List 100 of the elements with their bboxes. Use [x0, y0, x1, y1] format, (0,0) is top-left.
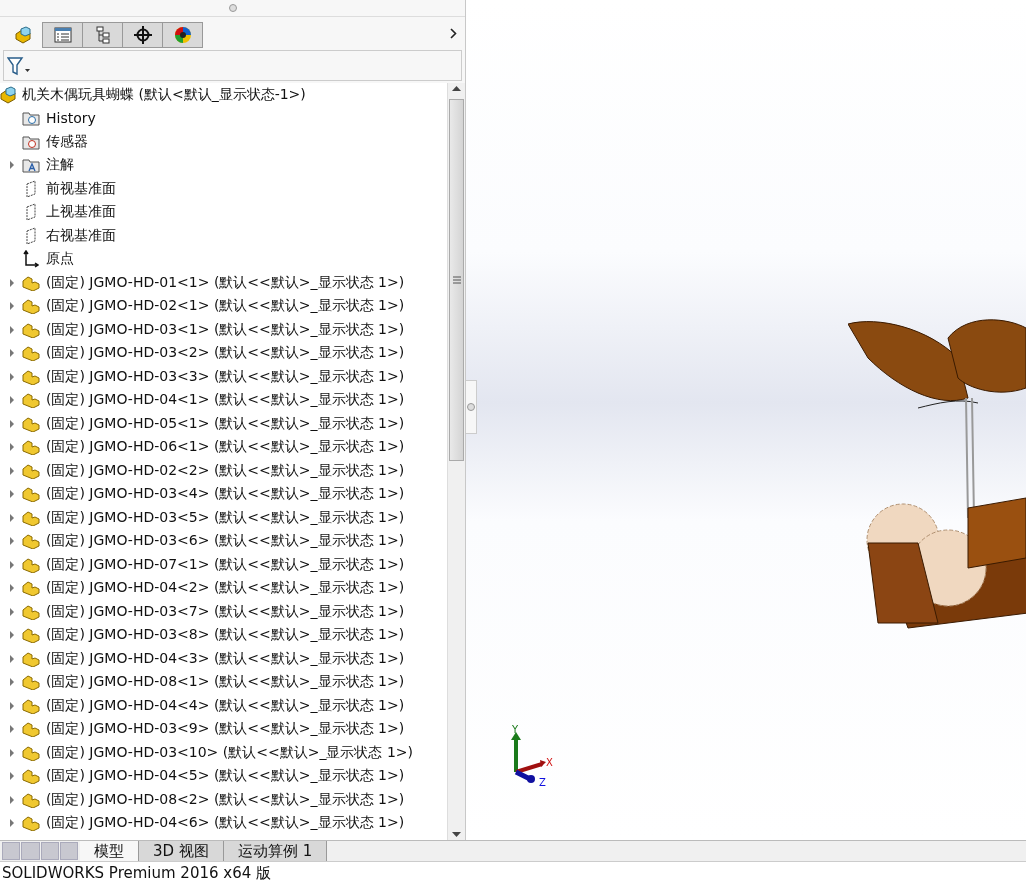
part-icon	[22, 439, 40, 456]
panel-tab[interactable]	[162, 22, 203, 48]
tree-item[interactable]: (固定) JGMO-HD-04<4> (默认<<默认>_显示状态 1>)	[46, 696, 405, 715]
axis-label: Y	[512, 724, 519, 735]
expand-arrow-icon[interactable]	[9, 795, 15, 804]
tree-item[interactable]: 传感器	[46, 132, 88, 151]
part-icon	[22, 650, 40, 667]
part-icon	[22, 815, 40, 832]
tree-item[interactable]: (固定) JGMO-HD-03<8> (默认<<默认>_显示状态 1>)	[46, 626, 405, 645]
expand-arrow-icon[interactable]	[9, 490, 15, 499]
panel-tab[interactable]	[122, 22, 162, 48]
expand-arrow-icon[interactable]	[9, 278, 15, 287]
part-icon	[22, 674, 40, 691]
tree-item[interactable]: (固定) JGMO-HD-08<1> (默认<<默认>_显示状态 1>)	[46, 673, 405, 692]
tree-item[interactable]: (固定) JGMO-HD-02<2> (默认<<默认>_显示状态 1>)	[46, 461, 405, 480]
expand-arrow-icon[interactable]	[9, 678, 15, 687]
chevron-right-icon[interactable]	[450, 28, 457, 39]
tree-item[interactable]: (固定) JGMO-HD-01<1> (默认<<默认>_显示状态 1>)	[46, 273, 405, 292]
expand-arrow-icon[interactable]	[9, 584, 15, 593]
tree-item[interactable]: (固定) JGMO-HD-04<5> (默认<<默认>_显示状态 1>)	[46, 767, 405, 786]
tree-item[interactable]: (固定) JGMO-HD-03<5> (默认<<默认>_显示状态 1>)	[46, 508, 405, 527]
expand-arrow-icon[interactable]	[9, 466, 15, 475]
part-icon	[22, 368, 40, 385]
list-icon	[53, 27, 72, 43]
expand-arrow-icon[interactable]	[9, 396, 15, 405]
part-icon	[22, 791, 40, 808]
color-ball-icon	[173, 26, 192, 44]
tree-item[interactable]: (固定) JGMO-HD-03<10> (默认<<默认>_显示状态 1>)	[46, 743, 413, 762]
expand-arrow-icon[interactable]	[9, 419, 15, 428]
part-icon	[22, 603, 40, 620]
bottom-tab[interactable]: 3D 视图	[139, 841, 224, 861]
resize-grip[interactable]	[228, 4, 237, 12]
part-icon	[22, 580, 40, 597]
tree-item[interactable]: 注解	[46, 156, 74, 175]
expand-arrow-icon[interactable]	[9, 443, 15, 452]
annotation-folder-icon	[22, 157, 40, 174]
part-icon	[22, 509, 40, 526]
tree-item[interactable]: (固定) JGMO-HD-02<1> (默认<<默认>_显示状态 1>)	[46, 297, 405, 316]
tree-icon	[94, 26, 111, 44]
tree-item[interactable]: 机关木偶玩具蝴蝶 (默认<默认_显示状态-1>)	[22, 85, 306, 104]
tree-item[interactable]: (固定) JGMO-HD-03<4> (默认<<默认>_显示状态 1>)	[46, 485, 405, 504]
expand-arrow-icon[interactable]	[9, 302, 15, 311]
axis-label: X	[546, 757, 553, 768]
axis-label: Z	[539, 777, 546, 788]
tree-item[interactable]: 右视基准面	[46, 226, 116, 245]
part-icon	[22, 627, 40, 644]
expand-arrow-icon[interactable]	[9, 725, 15, 734]
tree-item[interactable]: (固定) JGMO-HD-03<9> (默认<<默认>_显示状态 1>)	[46, 720, 405, 739]
tree-item[interactable]: (固定) JGMO-HD-04<1> (默认<<默认>_显示状态 1>)	[46, 391, 405, 410]
tree-item[interactable]: (固定) JGMO-HD-07<1> (默认<<默认>_显示状态 1>)	[46, 555, 405, 574]
tree-item[interactable]: (固定) JGMO-HD-03<1> (默认<<默认>_显示状态 1>)	[46, 320, 405, 339]
tree-item[interactable]: 上视基准面	[46, 203, 116, 222]
tree-item[interactable]: (固定) JGMO-HD-03<6> (默认<<默认>_显示状态 1>)	[46, 532, 405, 551]
expand-arrow-icon[interactable]	[9, 748, 15, 757]
expand-arrow-icon[interactable]	[9, 560, 15, 569]
tree-item[interactable]: (固定) JGMO-HD-03<2> (默认<<默认>_显示状态 1>)	[46, 344, 405, 363]
bottom-tab[interactable]: 运动算例 1	[223, 841, 328, 861]
expand-arrow-icon[interactable]	[9, 631, 15, 640]
expand-arrow-icon[interactable]	[9, 325, 15, 334]
tree-item[interactable]: (固定) JGMO-HD-04<2> (默认<<默认>_显示状态 1>)	[46, 579, 405, 598]
filter-icon[interactable]	[7, 55, 31, 76]
part-icon	[22, 744, 40, 761]
plane-icon	[25, 203, 37, 222]
expand-arrow-icon[interactable]	[9, 349, 15, 358]
expand-arrow-icon[interactable]	[9, 537, 15, 546]
part-icon	[22, 486, 40, 503]
part-icon	[22, 392, 40, 409]
history-folder-icon	[22, 110, 40, 127]
tree-item[interactable]: History	[46, 110, 96, 127]
tree-item[interactable]: 前视基准面	[46, 179, 116, 198]
crosshair-icon	[133, 26, 152, 44]
bottom-tab[interactable]: 模型	[80, 841, 139, 861]
tree-item[interactable]: (固定) JGMO-HD-05<1> (默认<<默认>_显示状态 1>)	[46, 414, 405, 433]
expand-arrow-icon[interactable]	[9, 701, 15, 710]
origin-icon	[23, 250, 39, 269]
scrollbar-thumb[interactable]	[449, 99, 464, 461]
expand-arrow-icon[interactable]	[9, 654, 15, 663]
part-icon	[22, 533, 40, 550]
tree-item[interactable]: (固定) JGMO-HD-03<3> (默认<<默认>_显示状态 1>)	[46, 367, 405, 386]
expand-arrow-icon[interactable]	[9, 372, 15, 381]
part-icon	[22, 415, 40, 432]
tree-item[interactable]: (固定) JGMO-HD-04<3> (默认<<默认>_显示状态 1>)	[46, 649, 405, 668]
part-icon	[22, 345, 40, 362]
tree-item[interactable]: (固定) JGMO-HD-04<6> (默认<<默认>_显示状态 1>)	[46, 814, 405, 833]
tree-item[interactable]: (固定) JGMO-HD-08<2> (默认<<默认>_显示状态 1>)	[46, 790, 405, 809]
panel-collapse-handle[interactable]	[466, 380, 477, 434]
tree-item[interactable]: (固定) JGMO-HD-03<7> (默认<<默认>_显示状态 1>)	[46, 602, 405, 621]
expand-arrow-icon[interactable]	[9, 607, 15, 616]
expand-arrow-icon[interactable]	[9, 772, 15, 781]
sensor-folder-icon	[22, 133, 40, 150]
part-icon	[22, 556, 40, 573]
expand-arrow-icon[interactable]	[9, 513, 15, 522]
assembly-icon	[0, 85, 18, 104]
tree-item[interactable]: 原点	[46, 250, 74, 269]
tree-item[interactable]: (固定) JGMO-HD-06<1> (默认<<默认>_显示状态 1>)	[46, 438, 405, 457]
expand-arrow-icon[interactable]	[9, 819, 15, 828]
expand-arrow-icon[interactable]	[9, 161, 15, 170]
plane-icon	[25, 179, 37, 198]
plane-icon	[25, 226, 37, 245]
part-icon	[22, 768, 40, 785]
